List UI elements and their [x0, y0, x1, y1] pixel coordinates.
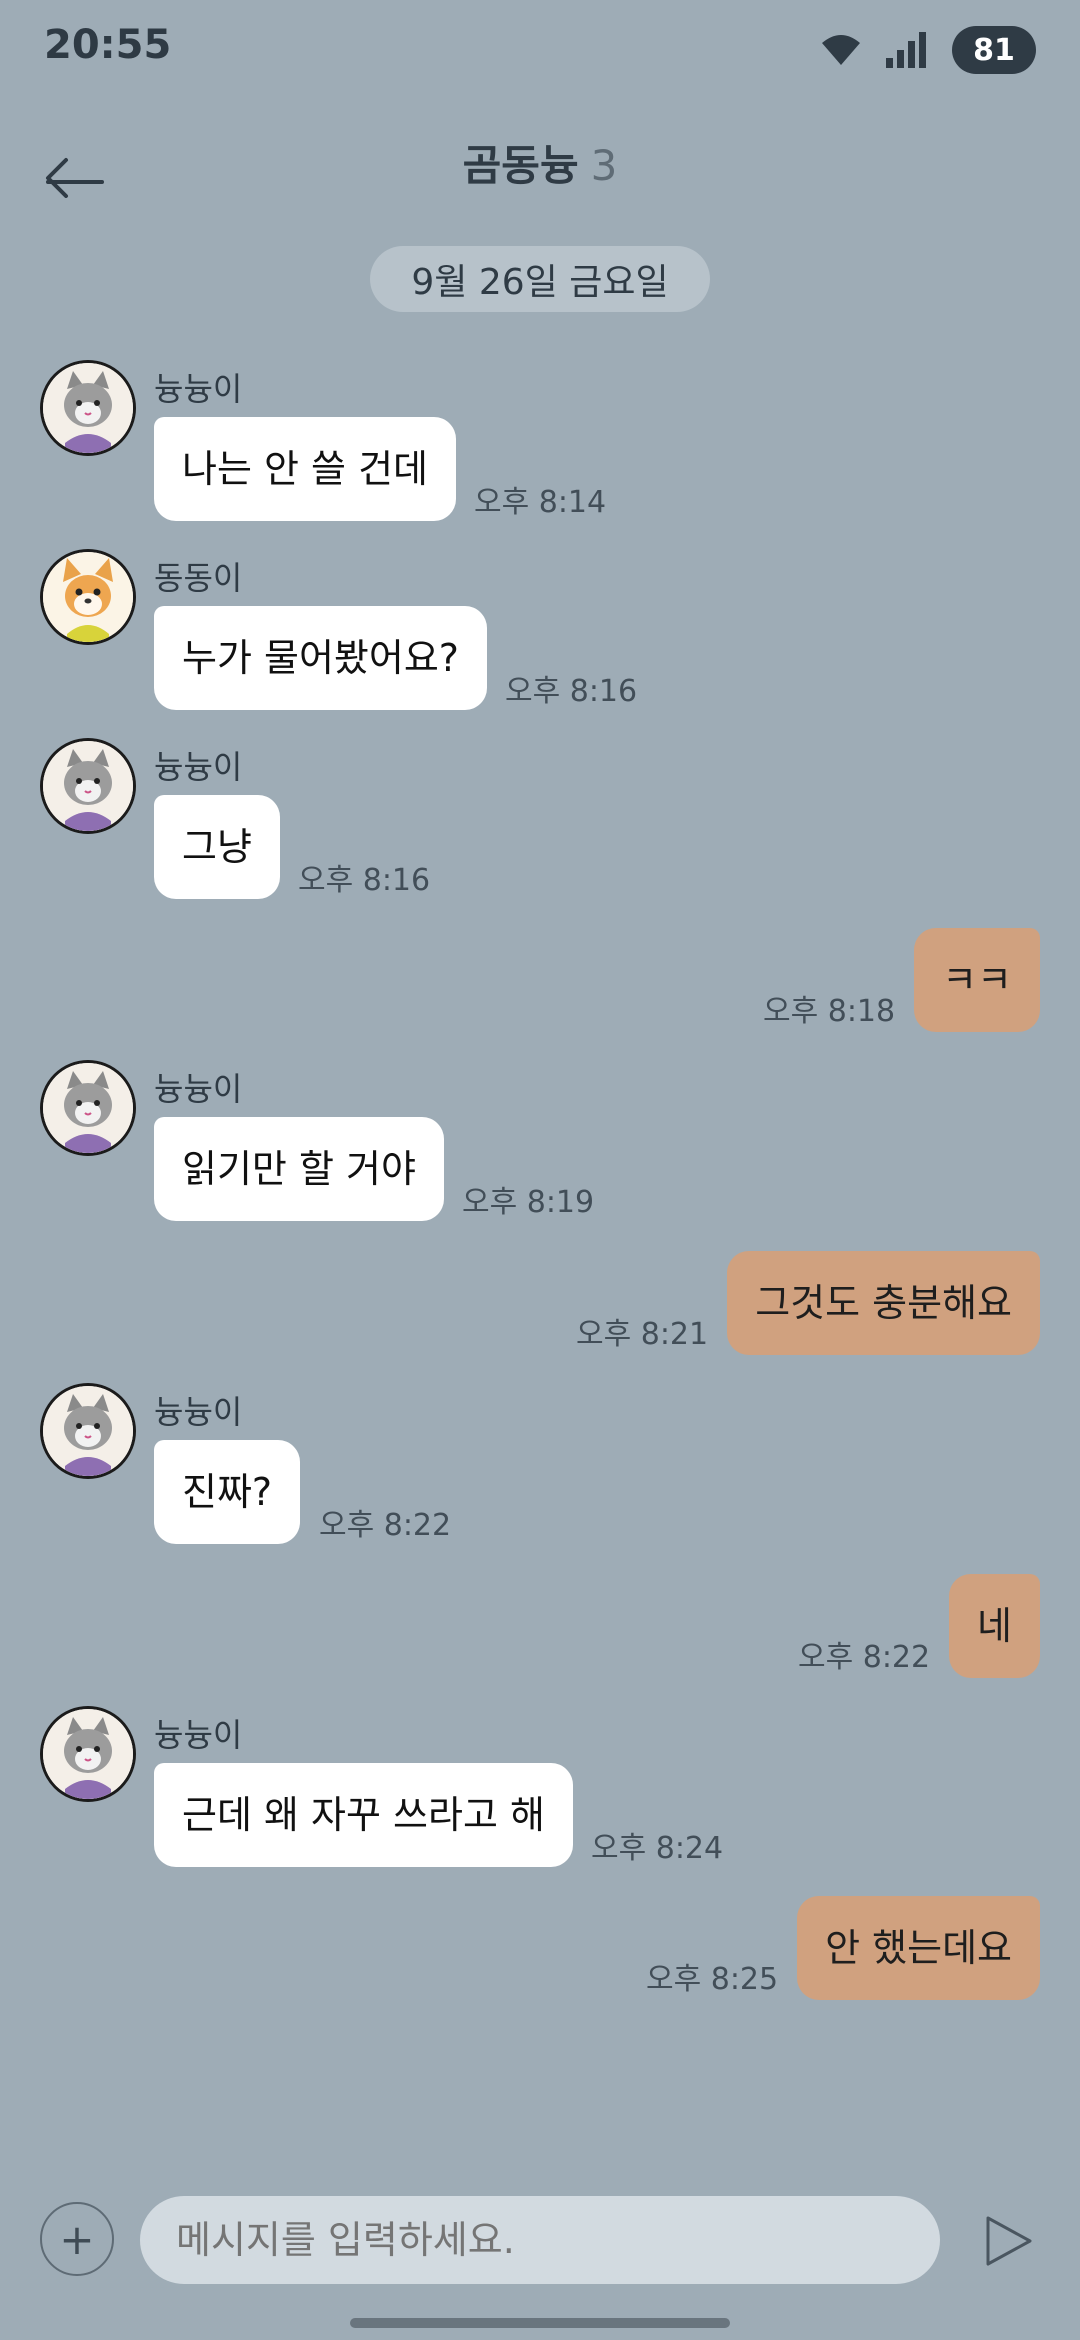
incoming-message-bubble[interactable]: 누가 물어봤어요?	[154, 606, 487, 710]
dog-avatar[interactable]	[40, 549, 136, 645]
sender-name: 늉늉이	[154, 748, 243, 786]
chat-title-area: 곰동늉 3	[0, 132, 1080, 193]
plus-icon: +	[59, 2214, 95, 2264]
chat-header: 곰동늉 3	[0, 120, 1080, 210]
message-time: 오후 8:24	[591, 1831, 724, 1866]
home-indicator	[350, 2318, 730, 2328]
cat-avatar[interactable]	[40, 738, 136, 834]
incoming-message-bubble[interactable]: 그냥	[154, 795, 280, 899]
message-input[interactable]	[140, 2196, 940, 2284]
incoming-message-bubble[interactable]: 진짜?	[154, 1440, 301, 1544]
date-divider: 9월 26일 금요일	[370, 246, 710, 312]
message-time: 오후 8:16	[505, 674, 638, 709]
status-time: 20:55	[44, 22, 172, 68]
outgoing-message-bubble[interactable]: 네	[949, 1574, 1040, 1678]
sender-name: 늉늉이	[154, 1070, 243, 1108]
cat-avatar[interactable]	[40, 1706, 136, 1802]
message-time: 오후 8:22	[798, 1640, 931, 1675]
member-count: 3	[590, 141, 618, 190]
incoming-message-bubble[interactable]: 나는 안 쓸 건데	[154, 417, 456, 521]
status-bar: 20:55 81	[0, 0, 1080, 100]
outgoing-message-bubble[interactable]: ㅋㅋ	[914, 928, 1040, 1032]
sender-name: 늉늉이	[154, 1393, 243, 1431]
message-composer: +	[0, 2180, 1080, 2300]
cat-avatar[interactable]	[40, 360, 136, 456]
outgoing-message-bubble[interactable]: 그것도 충분해요	[727, 1251, 1040, 1355]
cat-avatar[interactable]	[40, 1383, 136, 1479]
message-time: 오후 8:21	[576, 1317, 709, 1352]
sender-name: 늉늉이	[154, 1716, 243, 1754]
outgoing-message-bubble[interactable]: 안 했는데요	[797, 1896, 1040, 2000]
cat-avatar[interactable]	[40, 1060, 136, 1156]
status-icons: 81	[820, 24, 1036, 76]
message-time: 오후 8:18	[763, 994, 896, 1029]
chat-title: 곰동늉	[462, 141, 579, 190]
message-time: 오후 8:16	[298, 863, 431, 898]
send-icon	[986, 2216, 1032, 2266]
message-time: 오후 8:14	[474, 485, 607, 520]
plus-button[interactable]: +	[40, 2202, 114, 2276]
message-time: 오후 8:19	[462, 1185, 595, 1220]
incoming-message-bubble[interactable]: 근데 왜 자꾸 쓰라고 해	[154, 1763, 573, 1867]
send-button[interactable]	[974, 2206, 1044, 2276]
incoming-message-bubble[interactable]: 읽기만 할 거야	[154, 1117, 444, 1221]
message-time: 오후 8:25	[646, 1962, 779, 1997]
wifi-icon	[822, 35, 860, 65]
sender-name: 늉늉이	[154, 370, 243, 408]
sender-name: 동동이	[154, 559, 243, 597]
battery-icon: 81	[952, 26, 1036, 74]
message-time: 오후 8:22	[319, 1508, 452, 1543]
cellular-signal-icon	[886, 32, 926, 68]
